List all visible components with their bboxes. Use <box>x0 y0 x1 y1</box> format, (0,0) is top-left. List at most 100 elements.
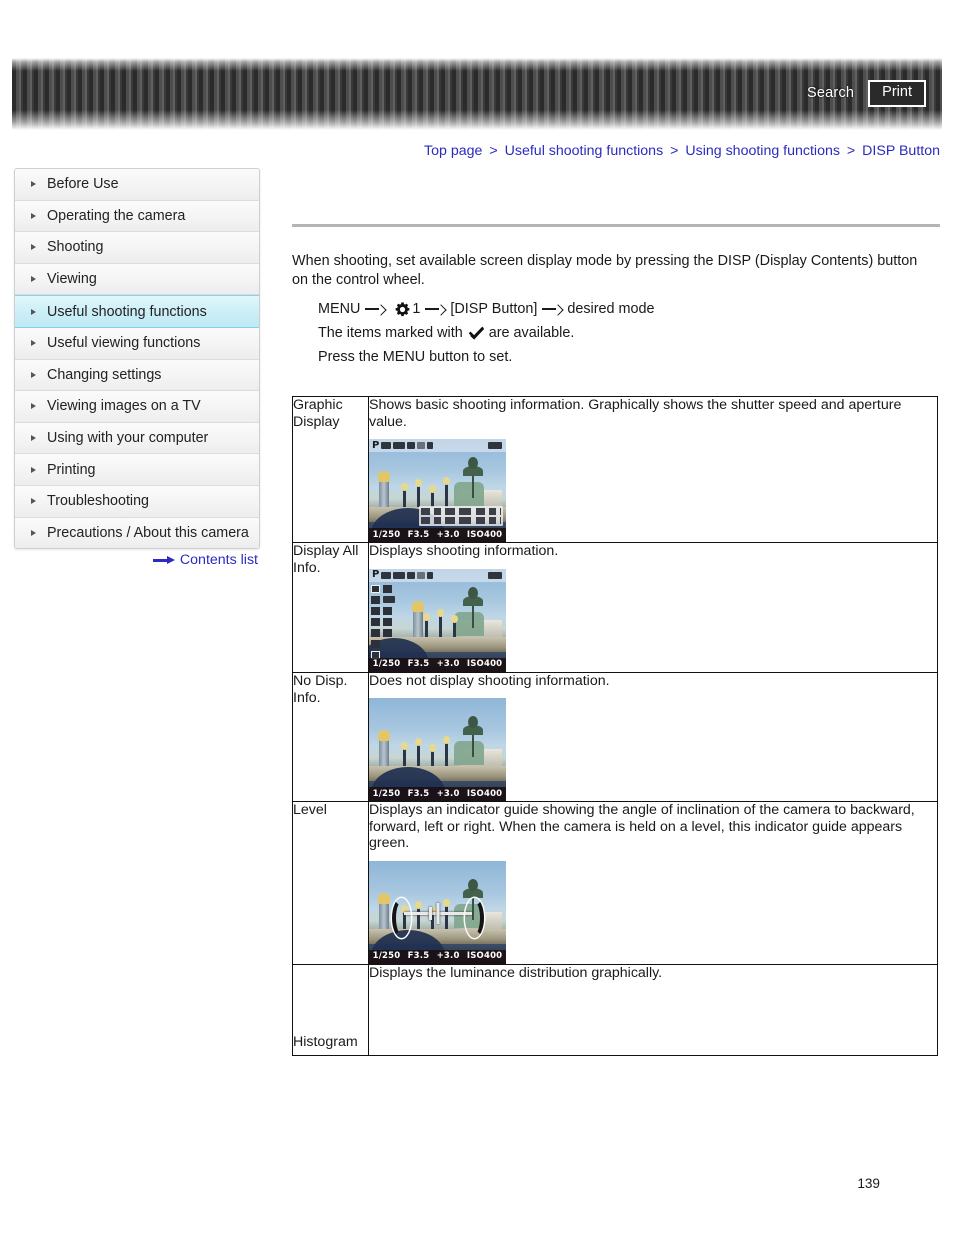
breadcrumb: Top page > Useful shooting functions > U… <box>0 143 940 159</box>
contents-list-label: Contents list <box>179 552 258 568</box>
site-header-banner: Search Print <box>12 58 942 130</box>
iso-value: ISO400 <box>466 659 503 670</box>
sidebar-item-precautions-about-this-camera[interactable]: Precautions / About this camera <box>15 517 259 549</box>
breadcrumb-separator: > <box>670 143 679 159</box>
shutter-speed-value: 1/250 <box>372 659 401 670</box>
picture-effect-row <box>371 628 395 637</box>
sidebar-item-label: Useful shooting functions <box>47 303 207 320</box>
camera-status-bar: P <box>369 568 506 582</box>
bridge-lamp <box>401 742 408 768</box>
exposure-compensation-value: +3.0 <box>436 951 460 962</box>
table-row: Graphic Display Shows basic shooting inf… <box>292 396 938 543</box>
breadcrumb-item-top-page[interactable]: Top page <box>424 143 482 159</box>
mode-description-cell: Displays shooting information. P 1/250 F… <box>368 542 938 673</box>
sidebar-item-label: Operating the camera <box>47 207 186 224</box>
iso-value: ISO400 <box>466 951 503 962</box>
shutter-speed-value: 1/250 <box>372 951 401 962</box>
camera-exposure-bar: 1/250 F3.5 +3.0 ISO400 <box>369 787 506 801</box>
triangle-right-icon <box>31 244 36 251</box>
quality-icon <box>407 571 416 579</box>
table-row: Histogram Displays the luminance distrib… <box>292 963 938 1056</box>
triangle-right-icon <box>31 340 36 347</box>
sidebar-item-label: Shooting <box>47 239 104 256</box>
sidebar-item-viewing[interactable]: Viewing <box>15 263 259 296</box>
sidebar-item-label: Troubleshooting <box>47 493 149 510</box>
mode-description-cell: Displays an indicator guide showing the … <box>368 801 938 965</box>
bridge-lamp <box>401 483 408 509</box>
sidebar-item-label: Useful viewing functions <box>47 335 201 352</box>
frame-rate-icon <box>417 571 426 579</box>
iso-value: ISO400 <box>466 529 503 540</box>
bridge-statue <box>463 457 483 498</box>
battery-icon <box>488 571 502 579</box>
sidebar-item-label: Precautions / About this camera <box>47 524 249 541</box>
bridge-lamp <box>443 736 450 768</box>
sidebar-item-operating-the-camera[interactable]: Operating the camera <box>15 200 259 233</box>
mode-description-text: Displays an indicator guide showing the … <box>369 802 915 851</box>
bridge-statue <box>463 716 483 757</box>
arrow-right-icon <box>152 555 175 565</box>
shooting-mode-indicator: P <box>372 439 380 451</box>
triangle-right-icon <box>31 212 36 219</box>
sidebar-item-shooting[interactable]: Shooting <box>15 232 259 264</box>
triangle-right-icon <box>31 403 36 410</box>
mode-name-cell: Display All Info. <box>292 542 369 673</box>
desired-mode-label: desired mode <box>567 301 655 317</box>
table-row: Display All Info. Displays shooting info… <box>292 542 938 673</box>
sidebar-item-using-with-your-computer[interactable]: Using with your computer <box>15 422 259 455</box>
camera-screen-no-disp-info: 1/250 F3.5 +3.0 ISO400 <box>369 698 506 801</box>
level-indicator-guide <box>390 898 486 939</box>
breadcrumb-item-using-shooting-functions[interactable]: Using shooting functions <box>685 143 840 159</box>
arrow-right-icon <box>365 304 385 314</box>
graphic-exposure-scale <box>419 506 503 526</box>
sidebar-item-printing[interactable]: Printing <box>15 454 259 486</box>
aperture-value: F3.5 <box>407 529 430 540</box>
print-button[interactable]: Print <box>868 80 926 107</box>
gear-icon <box>394 301 411 318</box>
sidebar-item-useful-viewing-functions[interactable]: Useful viewing functions <box>15 327 259 360</box>
aperture-value: F3.5 <box>407 788 430 799</box>
metering-row <box>371 606 395 615</box>
aspect-ratio-icon <box>381 442 392 449</box>
smile-shutter-row <box>371 639 395 648</box>
contents-list-link[interactable]: Contents list <box>14 552 258 568</box>
sidebar-item-label: Viewing images on a TV <box>47 398 201 415</box>
sidebar-item-troubleshooting[interactable]: Troubleshooting <box>15 485 259 518</box>
green-dome <box>454 482 484 506</box>
sidebar-item-viewing-images-on-a-tv[interactable]: Viewing images on a TV <box>15 391 259 423</box>
triangle-right-icon <box>31 529 36 536</box>
mode-name-cell: Level <box>292 801 369 965</box>
picture-effect-icon <box>371 628 380 637</box>
sidebar-item-before-use[interactable]: Before Use <box>15 169 259 201</box>
mode-name-cell: No Disp. Info. <box>292 671 369 802</box>
mode-description-text: Displays shooting information. <box>369 543 559 559</box>
level-right-bracket-icon <box>465 898 484 939</box>
battery-icon <box>488 442 502 449</box>
mode-name-cell: Graphic Display <box>292 396 369 543</box>
marked-items-suffix: are available. <box>488 325 575 341</box>
shooting-mode-indicator: P <box>372 569 380 580</box>
focus-area-icon <box>383 584 392 593</box>
breadcrumb-item-disp-button[interactable]: DISP Button <box>862 143 940 159</box>
shutter-speed-value: 1/250 <box>372 529 401 540</box>
drive-mode-row <box>371 584 395 593</box>
page-number: 139 <box>857 1176 880 1191</box>
camera-status-bar: P <box>369 439 506 452</box>
sidebar-item-label: Viewing <box>47 271 97 288</box>
white-balance-icon <box>383 606 392 615</box>
exposure-compensation-value: +3.0 <box>436 659 460 670</box>
metering-mode-icon <box>371 606 380 615</box>
breadcrumb-separator: > <box>489 143 498 159</box>
aperture-scale <box>421 517 501 524</box>
sidebar-item-useful-shooting-functions[interactable]: Useful shooting functions <box>15 295 259 328</box>
breadcrumb-item-useful-shooting-functions[interactable]: Useful shooting functions <box>505 143 664 159</box>
sidebar-item-changing-settings[interactable]: Changing settings <box>15 359 259 392</box>
menu-label: MENU <box>318 301 361 317</box>
arrow-right-icon <box>542 304 562 314</box>
triangle-right-icon <box>31 276 36 283</box>
triangle-right-icon <box>31 308 36 315</box>
breadcrumb-separator: > <box>846 143 856 159</box>
mode-description-text: Displays the luminance distribution grap… <box>369 964 663 981</box>
sidebar-item-label: Printing <box>47 461 96 478</box>
search-link[interactable]: Search <box>807 85 854 101</box>
